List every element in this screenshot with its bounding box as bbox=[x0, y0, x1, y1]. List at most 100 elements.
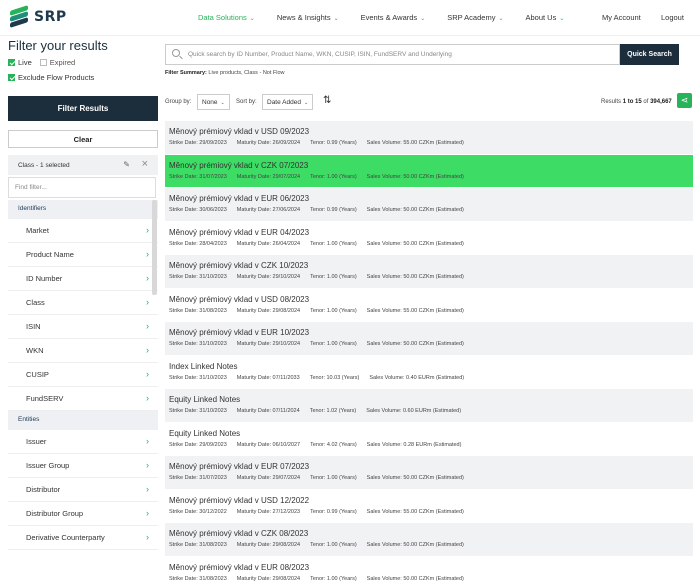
class-filter-label: Class - 1 selected bbox=[18, 162, 70, 169]
filter-item-cusip[interactable]: CUSIP › bbox=[8, 363, 158, 387]
tenor: Tenor: 1.00 (Years) bbox=[310, 240, 357, 247]
section-entities: Entities bbox=[8, 411, 158, 430]
product-title[interactable]: Měnový prémiový vklad v EUR 08/2023 bbox=[169, 563, 689, 572]
expired-checkbox[interactable] bbox=[39, 59, 47, 66]
product-row[interactable]: Měnový prémiový vklad v USD 12/2022 Strik… bbox=[165, 489, 693, 523]
strike-date: Strike Date: 30/12/2022 bbox=[169, 508, 227, 515]
product-row[interactable]: Měnový prémiový vklad v CZK 07/2023 Strik… bbox=[165, 154, 693, 188]
product-row[interactable]: Měnový prémiový vklad v EUR 10/2023 Strik… bbox=[165, 322, 693, 356]
product-row[interactable]: Index Linked Notes Strike Date: 31/10/202… bbox=[165, 355, 693, 389]
sales-volume: Sales Volume: 50.00 CZKm (Estimated) bbox=[366, 173, 464, 180]
tenor: Tenor: 4.02 (Years) bbox=[310, 441, 357, 448]
product-title[interactable]: Měnový prémiový vklad v CZK 07/2023 bbox=[169, 161, 689, 170]
filter-title: Filter your results bbox=[8, 38, 108, 53]
product-title[interactable]: Měnový prémiový vklad v CZK 08/2023 bbox=[169, 529, 689, 538]
chevron-right-icon: › bbox=[146, 369, 149, 379]
product-meta: Strike Date: 28/04/2023 Maturity Date: 26… bbox=[169, 241, 689, 247]
maturity-date: Maturity Date: 29/07/2024 bbox=[236, 475, 301, 481]
close-icon[interactable]: × bbox=[142, 158, 148, 170]
clear-button[interactable]: Clear bbox=[8, 130, 158, 148]
nav-news-insights[interactable]: News & Insights ⌄ bbox=[277, 13, 339, 22]
product-title[interactable]: Měnový prémiový vklad v EUR 06/2023 bbox=[169, 194, 689, 203]
product-title[interactable]: Měnový prémiový vklad v USD 09/2023 bbox=[169, 127, 689, 136]
quick-search-button[interactable]: Quick Search bbox=[620, 44, 679, 65]
maturity-date: Maturity Date: 26/04/2024 bbox=[236, 240, 301, 247]
nav-label: About Us bbox=[525, 13, 557, 22]
filter-item-fundserv[interactable]: FundSERV › bbox=[8, 387, 158, 411]
product-title[interactable]: Equity Linked Notes bbox=[169, 395, 689, 404]
group-by-select[interactable]: None ⌄ bbox=[197, 94, 230, 110]
quick-search-input[interactable]: Quick search by ID Number, Product Name,… bbox=[165, 44, 620, 65]
product-row[interactable]: Měnový prémiový vklad v USD 08/2023 Strik… bbox=[165, 288, 693, 322]
product-row[interactable]: Equity Linked Notes Strike Date: 29/09/20… bbox=[165, 422, 693, 456]
sidebar-scrollbar[interactable] bbox=[152, 200, 157, 295]
product-title[interactable]: Equity Linked Notes bbox=[169, 429, 689, 438]
maturity-date: Maturity Date: 27/12/2023 bbox=[236, 508, 301, 515]
product-title[interactable]: Měnový prémiový vklad v EUR 10/2023 bbox=[169, 328, 689, 337]
filter-item-product-name[interactable]: Product Name › bbox=[8, 243, 158, 267]
product-row[interactable]: Měnový prémiový vklad v EUR 04/2023 Strik… bbox=[165, 221, 693, 255]
product-row[interactable]: Měnový prémiový vklad v CZK 08/2023 Strik… bbox=[165, 523, 693, 557]
nav-data-solutions[interactable]: Data Solutions ⌄ bbox=[198, 13, 255, 22]
product-row[interactable]: Měnový prémiový vklad v EUR 08/2023 Strik… bbox=[165, 556, 693, 586]
filter-item-label: FundSERV bbox=[26, 394, 64, 403]
search-placeholder: Quick search by ID Number, Product Name,… bbox=[188, 51, 452, 58]
filter-summary: Filter Summary: Live products, Class - N… bbox=[165, 70, 285, 76]
strike-date: Strike Date: 31/10/2023 bbox=[169, 341, 227, 347]
filter-item-wkn[interactable]: WKN › bbox=[8, 339, 158, 363]
chevron-right-icon: › bbox=[146, 249, 149, 259]
product-row[interactable]: Měnový prémiový vklad v EUR 06/2023 Strik… bbox=[165, 188, 693, 222]
tenor: Tenor: 10.03 (Years) bbox=[309, 374, 360, 381]
top-header: SRP Data Solutions ⌄ News & Insights ⌄ Eve… bbox=[0, 0, 700, 36]
exclude-flow-row: Exclude Flow Products bbox=[8, 73, 102, 82]
logout-link[interactable]: Logout bbox=[661, 13, 684, 22]
find-filter-input[interactable]: Find filter... bbox=[8, 177, 156, 198]
nav-label: Data Solutions bbox=[198, 13, 247, 22]
filter-item-class[interactable]: Class › bbox=[8, 291, 158, 315]
filter-item-distributor-group[interactable]: Distributor Group › bbox=[8, 502, 158, 526]
nav-about-us[interactable]: About Us ⌄ bbox=[525, 13, 564, 22]
product-title[interactable]: Index Linked Notes bbox=[169, 362, 689, 371]
filter-item-label: Distributor bbox=[26, 485, 61, 494]
product-row[interactable]: Měnový prémiový vklad v EUR 07/2023 Strik… bbox=[165, 456, 693, 490]
product-meta: Strike Date: 31/07/2023 Maturity Date: 29… bbox=[169, 475, 689, 481]
product-meta: Strike Date: 31/10/2023 Maturity Date: 07… bbox=[169, 408, 689, 414]
product-meta: Strike Date: 31/10/2023 Maturity Date: 29… bbox=[169, 274, 689, 280]
sort-direction-icon[interactable]: ⇅ bbox=[323, 95, 331, 106]
filter-item-derivative-counterparty[interactable]: Derivative Counterparty › bbox=[8, 526, 158, 550]
product-row[interactable]: Měnový prémiový vklad v USD 09/2023 Strik… bbox=[165, 121, 693, 155]
product-title[interactable]: Měnový prémiový vklad v CZK 10/2023 bbox=[169, 261, 689, 270]
filter-item-issuer[interactable]: Issuer › bbox=[8, 430, 158, 454]
product-title[interactable]: Měnový prémiový vklad v EUR 07/2023 bbox=[169, 462, 689, 471]
filter-item-label: Market bbox=[26, 226, 49, 235]
nav-srp-academy[interactable]: SRP Academy ⌄ bbox=[447, 13, 503, 22]
maturity-date: Maturity Date: 29/08/2024 bbox=[236, 575, 301, 582]
filter-item-id-number[interactable]: ID Number › bbox=[8, 267, 158, 291]
chevron-right-icon: › bbox=[146, 345, 149, 355]
logo-icon bbox=[8, 5, 30, 28]
product-title[interactable]: Měnový prémiový vklad v USD 08/2023 bbox=[169, 295, 689, 304]
filter-results-button[interactable]: Filter Results bbox=[8, 96, 158, 121]
share-icon[interactable]: ⋖ bbox=[677, 93, 692, 108]
srp-logo[interactable]: SRP bbox=[8, 5, 67, 28]
live-checkbox[interactable] bbox=[8, 59, 15, 66]
maturity-date: Maturity Date: 27/06/2024 bbox=[236, 207, 301, 213]
filter-item-isin[interactable]: ISIN › bbox=[8, 315, 158, 339]
sales-volume: Sales Volume: 50.00 CZKm (Estimated) bbox=[366, 475, 464, 481]
chevron-down-icon: ⌄ bbox=[559, 16, 565, 22]
product-row[interactable]: Měnový prémiový vklad v CZK 10/2023 Strik… bbox=[165, 255, 693, 289]
pencil-icon[interactable]: ✎ bbox=[123, 160, 130, 169]
sort-by-select[interactable]: Date Added ⌄ bbox=[262, 94, 314, 110]
filter-item-distributor[interactable]: Distributor › bbox=[8, 478, 158, 502]
product-row[interactable]: Equity Linked Notes Strike Date: 31/10/20… bbox=[165, 389, 693, 423]
filter-item-market[interactable]: Market › bbox=[8, 219, 158, 243]
product-title[interactable]: Měnový prémiový vklad v USD 12/2022 bbox=[169, 496, 689, 505]
product-title[interactable]: Měnový prémiový vklad v EUR 04/2023 bbox=[169, 228, 689, 237]
tenor: Tenor: 0.99 (Years) bbox=[310, 140, 357, 146]
my-account-link[interactable]: My Account bbox=[602, 13, 641, 22]
class-filter-header[interactable]: Class - 1 selected ✎ × bbox=[8, 155, 158, 175]
strike-date: Strike Date: 31/08/2023 bbox=[169, 575, 227, 582]
filter-item-issuer-group[interactable]: Issuer Group › bbox=[8, 454, 158, 478]
exclude-flow-checkbox[interactable] bbox=[8, 74, 15, 81]
nav-events-awards[interactable]: Events & Awards ⌄ bbox=[361, 13, 426, 22]
